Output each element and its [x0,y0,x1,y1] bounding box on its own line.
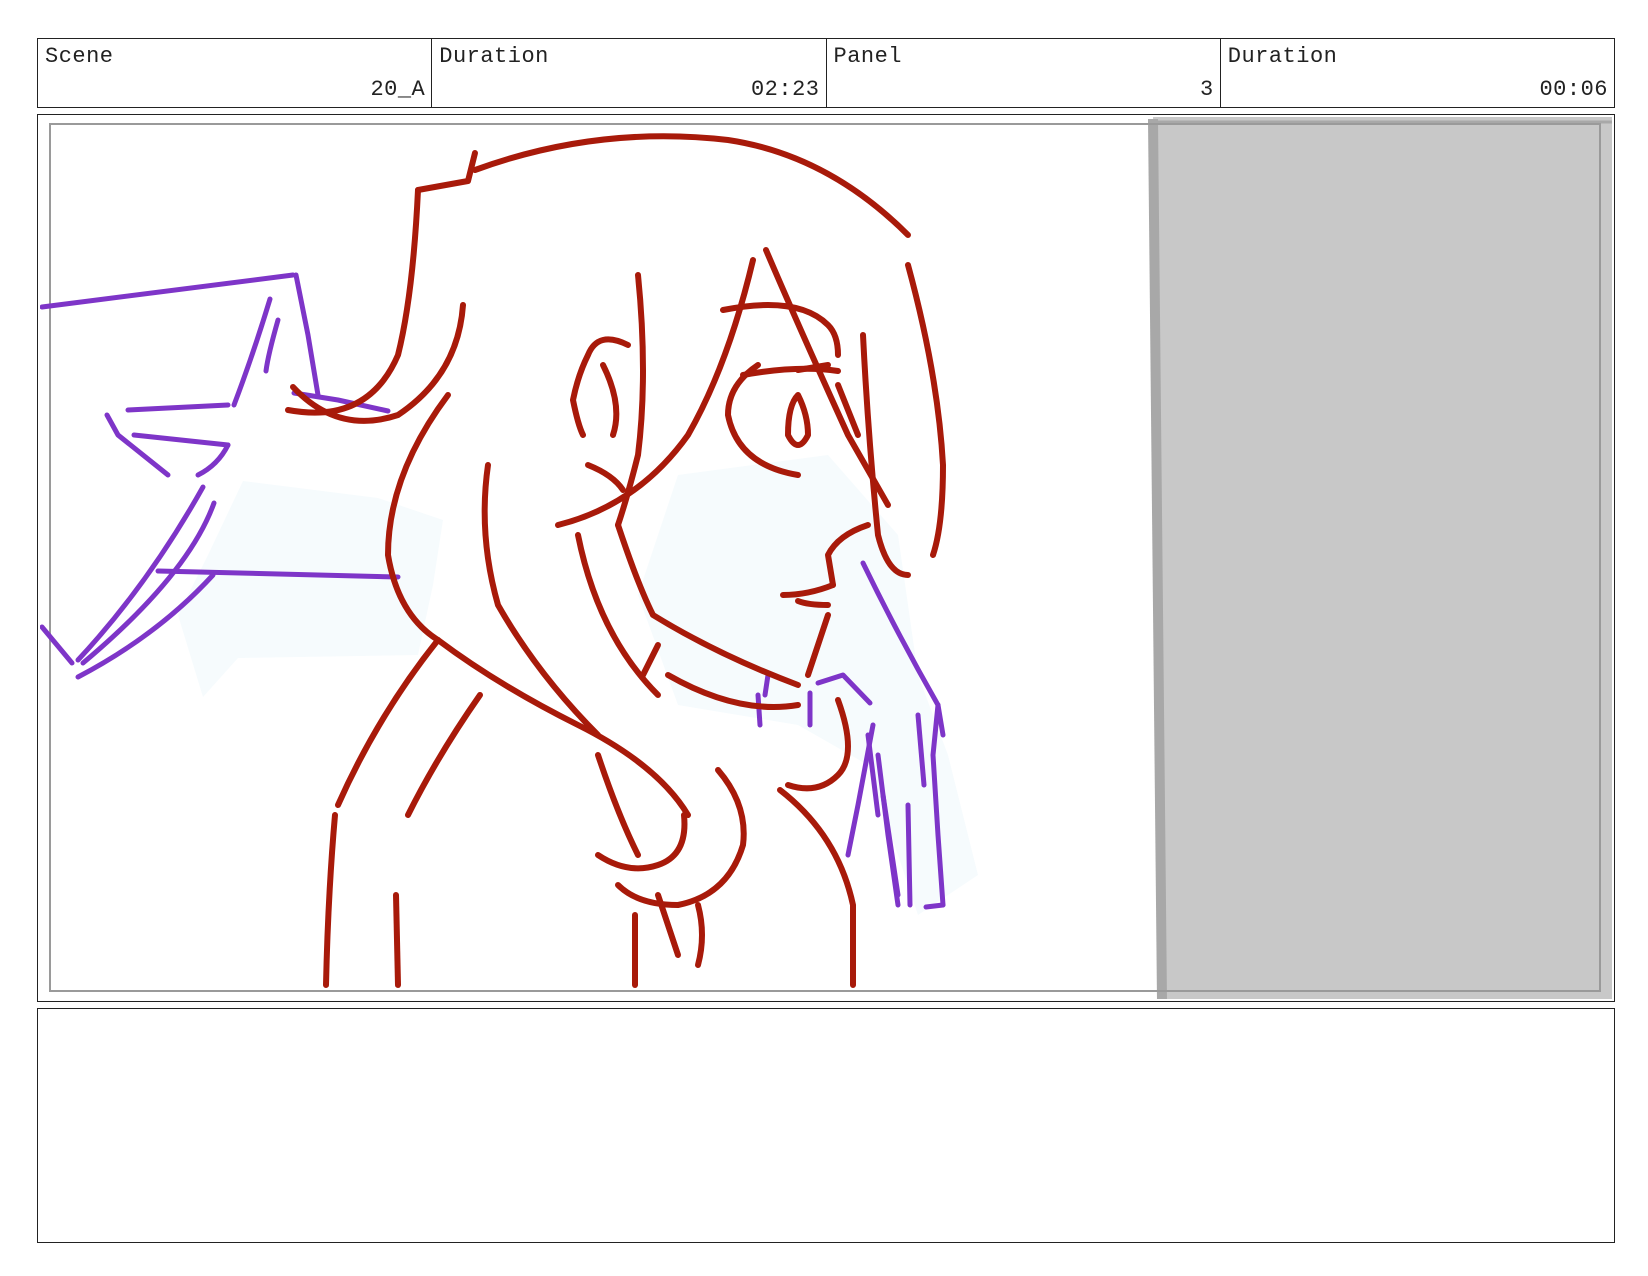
panel-duration-value: 00:06 [1539,77,1608,102]
scene-label: Scene [45,44,114,69]
panel-label: Panel [833,44,903,69]
offscreen-overlay [1148,117,1612,999]
panel-value: 3 [1200,77,1214,102]
scene-duration-cell: Duration 02:23 [432,39,827,107]
scene-duration-value: 02:23 [750,77,820,102]
storyboard-panel [37,114,1615,1002]
panel-duration-cell: Duration 00:06 [1221,39,1614,107]
panel-notes [37,1008,1615,1243]
panel-duration-label: Duration [1227,44,1338,69]
scene-value: 20_A [370,77,426,102]
panel-drawing [40,117,1612,999]
panel-cell: Panel 3 [827,39,1221,107]
scene-duration-label: Duration [439,44,549,69]
panel-header: Scene 20_A Duration 02:23 Panel 3 Durati… [37,38,1615,108]
scene-cell: Scene 20_A [38,39,433,107]
skin-fill [178,455,978,915]
